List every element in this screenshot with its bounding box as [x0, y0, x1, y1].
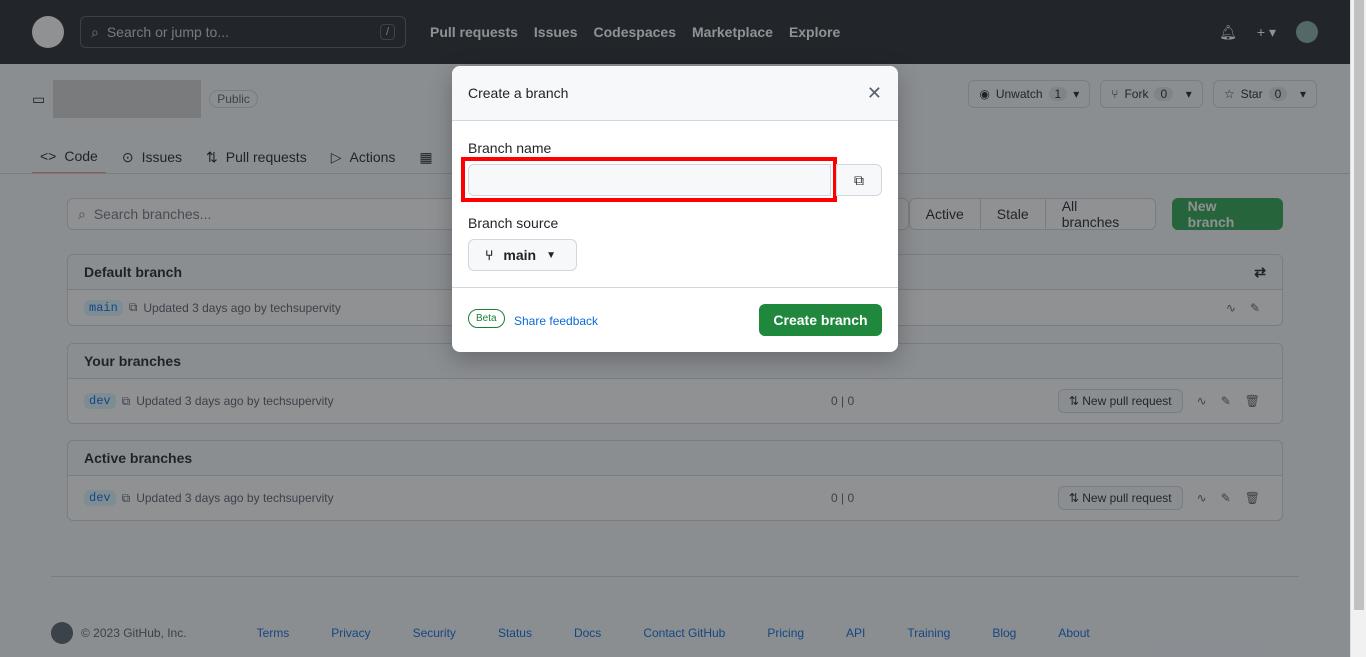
create-branch-dialog: Create a branch ✕ Branch name ⧉ Branch so…	[452, 66, 898, 352]
caret-down-icon: ▼	[546, 249, 556, 261]
branch-source-select[interactable]: ⑂ main ▼	[468, 239, 577, 271]
copy-button[interactable]: ⧉	[836, 164, 882, 196]
dialog-title: Create a branch	[468, 85, 569, 101]
selected-value: main	[503, 247, 537, 263]
create-branch-button[interactable]: Create branch	[759, 304, 882, 336]
beta-badge: Beta	[468, 309, 505, 328]
divider	[452, 287, 898, 288]
scrollbar[interactable]	[1350, 0, 1366, 657]
share-feedback-link[interactable]: Share feedback	[514, 314, 598, 328]
branch-name-label: Branch name	[468, 140, 552, 156]
branch-icon: ⑂	[485, 247, 494, 263]
copy-icon: ⧉	[854, 171, 864, 188]
scrollbar-thumb[interactable]	[1354, 0, 1364, 610]
close-icon[interactable]: ✕	[867, 83, 882, 104]
branch-source-label: Branch source	[468, 215, 559, 231]
highlight-box	[461, 157, 837, 202]
